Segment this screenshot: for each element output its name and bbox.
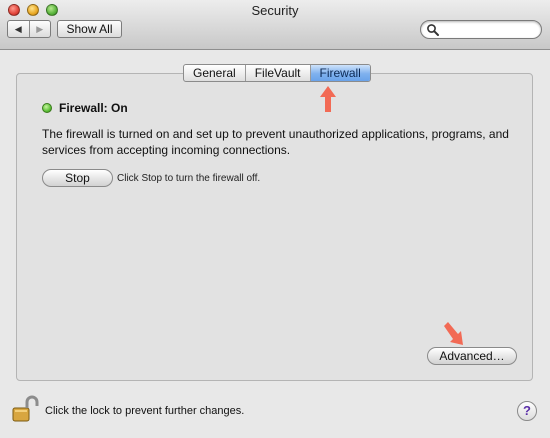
stop-firewall-button[interactable]: Stop [42,169,113,187]
tab-firewall[interactable]: Firewall [309,65,370,81]
tab-filevault[interactable]: FileVault [244,65,310,81]
firewall-status-label: Firewall: On [59,101,128,115]
back-forward-control: ◀ ▶ [7,20,51,38]
annotation-arrow-diagonal-icon [444,322,463,345]
advanced-button[interactable]: Advanced… [427,347,517,365]
annotation-arrow-up-icon [320,86,336,112]
show-all-button[interactable]: Show All [57,20,122,38]
stop-hint-text: Click Stop to turn the firewall off. [117,173,261,184]
firewall-status: Firewall: On [42,101,128,115]
magnifier-icon [427,24,439,36]
window-title: Security [251,3,299,18]
help-button[interactable]: ? [517,401,537,421]
tab-bar: General FileVault Firewall [183,64,371,82]
window-toolbar: Security ◀ ▶ Show All [0,0,550,50]
firewall-description: The firewall is turned on and set up to … [42,127,509,157]
search-field[interactable] [420,20,542,39]
forward-arrow-icon[interactable]: ▶ [28,21,51,37]
tab-general[interactable]: General [184,65,245,81]
lock-status-text: Click the lock to prevent further change… [45,405,245,417]
back-arrow-icon[interactable]: ◀ [8,21,29,37]
status-indicator-icon [42,103,52,113]
lock-icon[interactable] [12,395,40,423]
